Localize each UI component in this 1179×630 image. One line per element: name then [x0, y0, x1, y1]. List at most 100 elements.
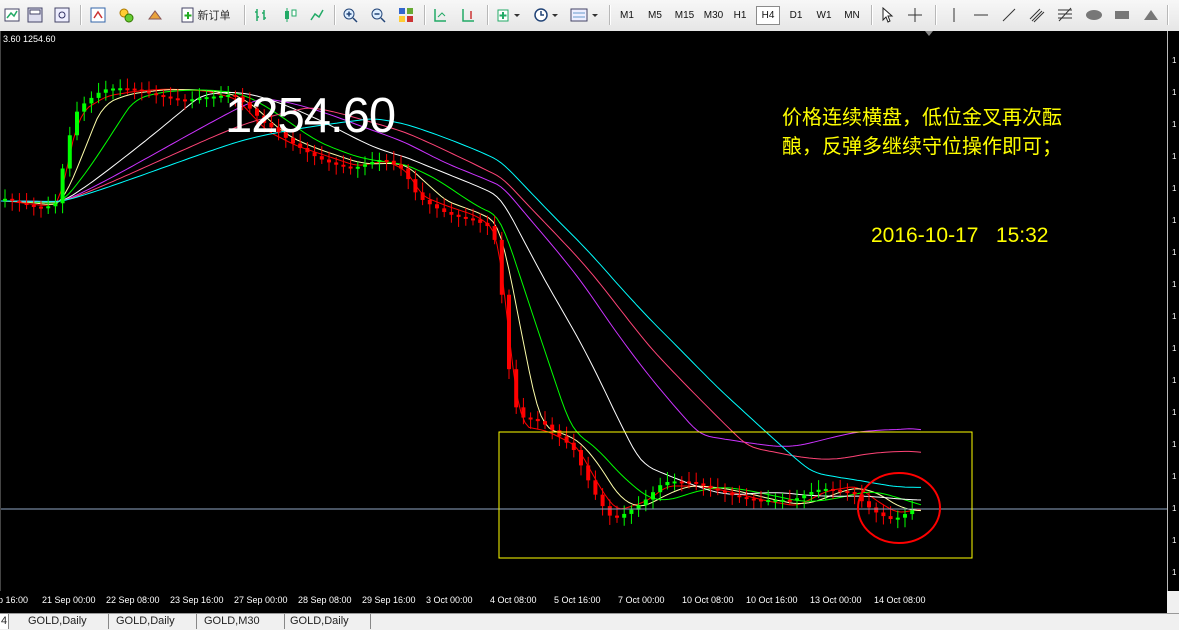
candle-body — [96, 92, 101, 98]
zoom-out-icon[interactable] — [368, 4, 388, 26]
price-tick: 1 — [1172, 248, 1177, 257]
navigator-icon[interactable] — [116, 4, 136, 26]
market-watch-icon[interactable] — [88, 4, 108, 26]
toolbar-separator — [244, 5, 246, 25]
chart-shift-icon[interactable] — [458, 4, 478, 26]
chart-tab[interactable]: GOLD,Daily — [110, 614, 197, 629]
ellipse-icon[interactable] — [1083, 4, 1105, 26]
new-order-icon — [181, 7, 193, 23]
candle-body — [499, 239, 504, 295]
terminal-icon[interactable] — [145, 4, 165, 26]
new-chart-icon[interactable] — [2, 4, 22, 26]
candle-body — [175, 98, 180, 101]
candle-body — [82, 103, 87, 112]
fibonacci-icon[interactable] — [1055, 4, 1075, 26]
price-tick: 1 — [1172, 280, 1177, 289]
new-order-label: 新订单 — [197, 10, 231, 22]
auto-scroll-icon[interactable] — [430, 4, 450, 26]
price-tick: 1 — [1172, 184, 1177, 193]
chart-tab[interactable]: GOLD,Daily — [284, 614, 371, 629]
candle-body — [31, 204, 36, 207]
chart-shift-marker — [925, 31, 933, 36]
vertical-line-icon[interactable] — [944, 4, 964, 26]
line-chart-icon[interactable] — [307, 4, 327, 26]
candle-body — [903, 514, 907, 518]
candle-body — [24, 203, 29, 206]
new-order-button[interactable]: 新订单 — [174, 4, 236, 26]
triangle-icon[interactable] — [1140, 4, 1162, 26]
trendline-icon[interactable] — [999, 4, 1019, 26]
timeframe-h4[interactable]: H4 — [756, 6, 780, 25]
candle-body — [183, 99, 187, 102]
templates-dropdown[interactable] — [568, 4, 602, 26]
candle-body — [571, 442, 576, 451]
horizontal-line-icon[interactable] — [971, 4, 991, 26]
price-tick: 1 — [1172, 536, 1177, 545]
candle-body — [67, 135, 72, 169]
candle-body — [543, 421, 547, 425]
profiles-icon[interactable] — [25, 4, 45, 26]
candle-body — [471, 218, 475, 221]
toolbar-separator — [80, 5, 82, 25]
cursor-icon[interactable] — [877, 4, 897, 26]
candlestick-chart-icon[interactable] — [279, 4, 301, 26]
chart-tab[interactable]: GOLD,M30 — [198, 614, 285, 629]
highlight-circle — [857, 472, 941, 544]
price-tick: 1 — [1172, 504, 1177, 513]
candle-body — [46, 206, 51, 209]
candle-body — [435, 204, 439, 209]
price-tick: 1 — [1172, 56, 1177, 65]
candle-body — [10, 198, 15, 201]
price-tick: 1 — [1172, 344, 1177, 353]
price-tick: 1 — [1172, 120, 1177, 129]
zoom-window-icon[interactable] — [52, 4, 72, 26]
timeframe-w1[interactable]: W1 — [812, 6, 836, 25]
timeframe-mn[interactable]: MN — [839, 6, 865, 25]
toolbar-separator — [424, 5, 426, 25]
candle-body — [449, 212, 454, 215]
tile-windows-icon[interactable] — [396, 4, 416, 26]
timeframe-m1[interactable]: M1 — [615, 6, 639, 25]
candle-body — [766, 500, 771, 503]
candle-body — [679, 481, 684, 484]
candle-body — [341, 164, 346, 167]
channel-icon[interactable] — [1027, 4, 1047, 26]
bar-chart-icon[interactable] — [251, 4, 271, 26]
candle-body — [910, 510, 915, 515]
price-tick: 1 — [1172, 88, 1177, 97]
indicators-dropdown[interactable] — [494, 4, 524, 26]
chart-tab[interactable]: GOLD,Daily — [22, 614, 109, 629]
price-tick: 1 — [1172, 216, 1177, 225]
time-axis[interactable]: p 16:00 21 Sep 00:00 22 Sep 08:00 23 Sep… — [0, 591, 1167, 613]
candle-body — [600, 494, 605, 507]
time-label: 4 Oct 08:00 — [490, 595, 537, 605]
candle-body — [197, 98, 202, 101]
price-tick: 1 — [1172, 408, 1177, 417]
time-label: 29 Sep 16:00 — [362, 595, 416, 605]
timeframe-h1[interactable]: H1 — [729, 6, 751, 25]
candle-body — [391, 160, 396, 165]
candle-body — [377, 159, 382, 163]
toolbar-separator — [487, 5, 489, 25]
candle-body — [298, 143, 303, 148]
ohlc-header: 3.60 1254.60 — [3, 34, 56, 44]
price-chart[interactable]: 3.60 1254.60 1254.60 价格连续横盘，低位金叉再次酝酿，反弹多… — [0, 31, 1168, 591]
timeframe-m5[interactable]: M5 — [643, 6, 667, 25]
toolbar-separator — [871, 5, 873, 25]
candle-body — [3, 198, 7, 201]
periods-dropdown[interactable] — [530, 4, 562, 26]
time-label: 10 Oct 16:00 — [746, 595, 798, 605]
timeframe-d1[interactable]: D1 — [784, 6, 808, 25]
chart-tab-active[interactable]: 4 — [0, 614, 9, 629]
candle-body — [607, 506, 612, 516]
zoom-in-icon[interactable] — [340, 4, 360, 26]
timeframe-m15[interactable]: M15 — [671, 6, 698, 25]
time-label: 21 Sep 00:00 — [42, 595, 96, 605]
time-label: 7 Oct 00:00 — [618, 595, 665, 605]
candle-body — [334, 162, 339, 165]
price-axis[interactable]: 1 1 1 1 1 1 1 1 1 1 1 1 1 1 1 1 1 — [1167, 31, 1179, 591]
timeframe-m30[interactable]: M30 — [700, 6, 727, 25]
rectangle-icon[interactable] — [1111, 4, 1133, 26]
candle-body — [795, 498, 799, 501]
crosshair-icon[interactable] — [905, 4, 925, 26]
